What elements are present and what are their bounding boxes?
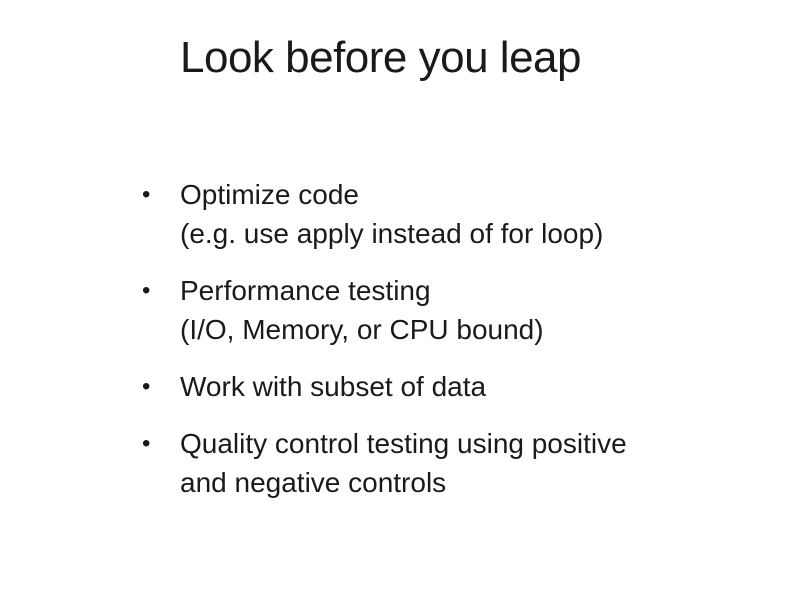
bullet-dot-icon: • (142, 181, 151, 208)
bullet-list: • Optimize code (e.g. use apply instead … (140, 175, 760, 520)
bullet-subtext: (e.g. use apply instead of for loop) (180, 218, 604, 249)
bullet-text: Quality control testing using positive (180, 428, 627, 459)
bullet-quality-control: • Quality control testing using positive… (140, 424, 760, 502)
bullet-subset-of-data: • Work with subset of data (140, 367, 760, 406)
bullet-text: Optimize code (180, 179, 359, 210)
bullet-dot-icon: • (142, 373, 151, 400)
bullet-subtext: (I/O, Memory, or CPU bound) (180, 314, 544, 345)
slide: Look before you leap • Optimize code (e.… (0, 0, 800, 600)
bullet-dot-icon: • (142, 430, 151, 457)
bullet-text-continued: and negative controls (180, 467, 447, 498)
bullet-performance-testing: • Performance testing (I/O, Memory, or C… (140, 271, 760, 349)
bullet-text: Work with subset of data (180, 371, 487, 402)
bullet-text: Performance testing (180, 275, 431, 306)
slide-title: Look before you leap (180, 33, 581, 82)
bullet-optimize-code: • Optimize code (e.g. use apply instead … (140, 175, 760, 253)
bullet-dot-icon: • (142, 277, 151, 304)
